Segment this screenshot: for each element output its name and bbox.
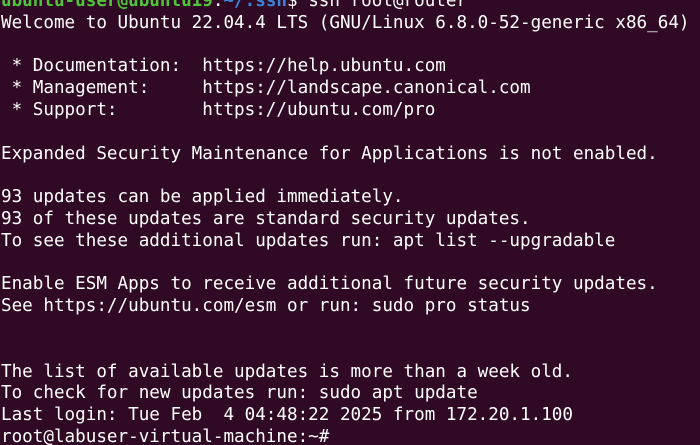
prompt-separator: : <box>212 0 224 11</box>
support-line: * Support: https://ubuntu.com/pro <box>1 99 436 120</box>
ssh-command-line: ubuntu-user@ubuntu19:~/.ssh$ ssh root@ro… <box>1 0 700 13</box>
ssh-command: ssh root@router <box>297 0 468 11</box>
prompt-dollar: $ <box>287 0 298 11</box>
management-line: * Management: https://landscape.canonica… <box>1 78 531 99</box>
esm-apps-line: Enable ESM Apps to receive additional fu… <box>1 274 658 295</box>
terminal-cursor <box>329 427 339 445</box>
prompt-path: ~/.ssh <box>223 0 288 11</box>
documentation-line: * Documentation: https://help.ubuntu.com <box>1 56 446 77</box>
upgradable-hint-line: To see these additional updates run: apt… <box>1 230 616 251</box>
root-prompt-line[interactable]: root@labuser-virtual-machine:~# <box>1 427 700 445</box>
root-prompt: root@labuser-virtual-machine:~# <box>1 426 330 445</box>
apt-update-hint-line: To check for new updates run: sudo apt u… <box>1 383 478 404</box>
prompt-user-host: ubuntu-user@ubuntu19 <box>1 0 213 11</box>
welcome-line: Welcome to Ubuntu 22.04.4 LTS (GNU/Linux… <box>1 12 690 33</box>
updates-old-line: The list of available updates is more th… <box>1 361 573 382</box>
esm-notice-line: Expanded Security Maintenance for Applic… <box>1 143 658 164</box>
security-updates-line: 93 of these updates are standard securit… <box>1 208 531 229</box>
esm-status-line: See https://ubuntu.com/esm or run: sudo … <box>1 296 531 317</box>
last-login-line: Last login: Tue Feb 4 04:48:22 2025 from… <box>1 405 573 426</box>
terminal-window[interactable]: ubuntu-user@ubuntu19:~/.ssh$ ssh root@ro… <box>0 0 700 445</box>
updates-count-line: 93 updates can be applied immediately. <box>1 187 404 208</box>
